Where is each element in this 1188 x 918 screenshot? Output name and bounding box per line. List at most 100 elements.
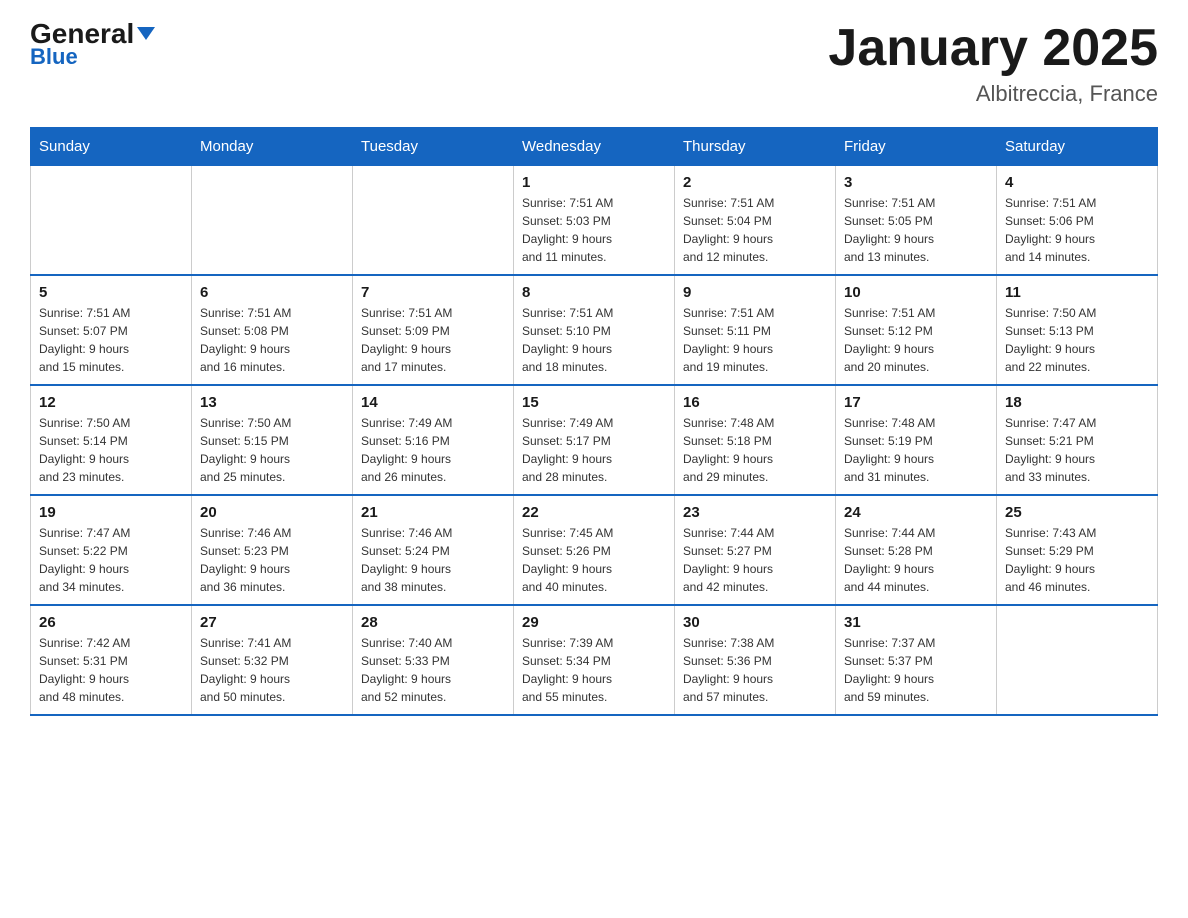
day-number-19: 19 <box>39 504 183 521</box>
day-info-17: Sunrise: 7:48 AM Sunset: 5:19 PM Dayligh… <box>844 414 988 486</box>
day-cell-28: 28 Sunrise: 7:40 AM Sunset: 5:33 PM Dayli… <box>353 605 514 715</box>
day-cell-6: 6 Sunrise: 7:51 AM Sunset: 5:08 PM Daylig… <box>192 275 353 385</box>
day-info-21: Sunrise: 7:46 AM Sunset: 5:24 PM Dayligh… <box>361 524 505 596</box>
day-info-26: Sunrise: 7:42 AM Sunset: 5:31 PM Dayligh… <box>39 634 183 706</box>
day-info-11: Sunrise: 7:50 AM Sunset: 5:13 PM Dayligh… <box>1005 304 1149 376</box>
day-cell-18: 18Sunrise: 7:47 AM Sunset: 5:21 PM Dayli… <box>997 385 1158 495</box>
week-row-1: 1 Sunrise: 7:51 AM Sunset: 5:03 PM Daylig… <box>31 166 1158 276</box>
day-cell-23: 23Sunrise: 7:44 AM Sunset: 5:27 PM Dayli… <box>675 495 836 605</box>
calendar-header: SundayMondayTuesdayWednesdayThursdayFrid… <box>31 128 1158 166</box>
day-number-10: 10 <box>844 284 988 301</box>
day-cell-9: 9 Sunrise: 7:51 AM Sunset: 5:11 PM Daylig… <box>675 275 836 385</box>
day-cell-8: 8 Sunrise: 7:51 AM Sunset: 5:10 PM Daylig… <box>514 275 675 385</box>
week-row-3: 12Sunrise: 7:50 AM Sunset: 5:14 PM Dayli… <box>31 385 1158 495</box>
week-row-2: 5 Sunrise: 7:51 AM Sunset: 5:07 PM Daylig… <box>31 275 1158 385</box>
day-cell-3: 3 Sunrise: 7:51 AM Sunset: 5:05 PM Daylig… <box>836 166 997 276</box>
day-number-8: 8 <box>522 284 666 301</box>
day-info-15: Sunrise: 7:49 AM Sunset: 5:17 PM Dayligh… <box>522 414 666 486</box>
day-info-2: Sunrise: 7:51 AM Sunset: 5:04 PM Dayligh… <box>683 194 827 266</box>
day-cell-13: 13Sunrise: 7:50 AM Sunset: 5:15 PM Dayli… <box>192 385 353 495</box>
header-row: SundayMondayTuesdayWednesdayThursdayFrid… <box>31 128 1158 166</box>
day-cell-17: 17 Sunrise: 7:48 AM Sunset: 5:19 PM Dayli… <box>836 385 997 495</box>
title-section: January 2025 Albitreccia, France <box>828 20 1158 107</box>
day-info-16: Sunrise: 7:48 AM Sunset: 5:18 PM Dayligh… <box>683 414 827 486</box>
day-info-29: Sunrise: 7:39 AM Sunset: 5:34 PM Dayligh… <box>522 634 666 706</box>
day-cell-7: 7 Sunrise: 7:51 AM Sunset: 5:09 PM Daylig… <box>353 275 514 385</box>
day-cell-1: 1 Sunrise: 7:51 AM Sunset: 5:03 PM Daylig… <box>514 166 675 276</box>
day-cell-21: 21 Sunrise: 7:46 AM Sunset: 5:24 PM Dayli… <box>353 495 514 605</box>
day-cell-11: 11Sunrise: 7:50 AM Sunset: 5:13 PM Dayli… <box>997 275 1158 385</box>
day-cell-27: 27 Sunrise: 7:41 AM Sunset: 5:32 PM Dayli… <box>192 605 353 715</box>
day-info-18: Sunrise: 7:47 AM Sunset: 5:21 PM Dayligh… <box>1005 414 1149 486</box>
day-number-15: 15 <box>522 394 666 411</box>
day-number-20: 20 <box>200 504 344 521</box>
day-info-19: Sunrise: 7:47 AM Sunset: 5:22 PM Dayligh… <box>39 524 183 596</box>
day-number-12: 12 <box>39 394 183 411</box>
day-number-24: 24 <box>844 504 988 521</box>
day-info-10: Sunrise: 7:51 AM Sunset: 5:12 PM Dayligh… <box>844 304 988 376</box>
empty-cell <box>31 166 192 276</box>
day-cell-16: 16 Sunrise: 7:48 AM Sunset: 5:18 PM Dayli… <box>675 385 836 495</box>
day-info-4: Sunrise: 7:51 AM Sunset: 5:06 PM Dayligh… <box>1005 194 1149 266</box>
day-info-22: Sunrise: 7:45 AM Sunset: 5:26 PM Dayligh… <box>522 524 666 596</box>
day-info-9: Sunrise: 7:51 AM Sunset: 5:11 PM Dayligh… <box>683 304 827 376</box>
day-number-21: 21 <box>361 504 505 521</box>
day-info-1: Sunrise: 7:51 AM Sunset: 5:03 PM Dayligh… <box>522 194 666 266</box>
header-cell-thursday: Thursday <box>675 128 836 166</box>
day-number-4: 4 <box>1005 174 1149 191</box>
day-info-7: Sunrise: 7:51 AM Sunset: 5:09 PM Dayligh… <box>361 304 505 376</box>
day-number-2: 2 <box>683 174 827 191</box>
day-number-23: 23 <box>683 504 827 521</box>
day-info-24: Sunrise: 7:44 AM Sunset: 5:28 PM Dayligh… <box>844 524 988 596</box>
page-header: General Blue January 2025 Albitreccia, F… <box>30 20 1158 107</box>
day-info-25: Sunrise: 7:43 AM Sunset: 5:29 PM Dayligh… <box>1005 524 1149 596</box>
day-info-3: Sunrise: 7:51 AM Sunset: 5:05 PM Dayligh… <box>844 194 988 266</box>
day-cell-4: 4 Sunrise: 7:51 AM Sunset: 5:06 PM Daylig… <box>997 166 1158 276</box>
day-info-31: Sunrise: 7:37 AM Sunset: 5:37 PM Dayligh… <box>844 634 988 706</box>
day-cell-22: 22Sunrise: 7:45 AM Sunset: 5:26 PM Dayli… <box>514 495 675 605</box>
day-number-17: 17 <box>844 394 988 411</box>
day-cell-20: 20 Sunrise: 7:46 AM Sunset: 5:23 PM Dayli… <box>192 495 353 605</box>
day-info-28: Sunrise: 7:40 AM Sunset: 5:33 PM Dayligh… <box>361 634 505 706</box>
day-number-5: 5 <box>39 284 183 301</box>
day-info-6: Sunrise: 7:51 AM Sunset: 5:08 PM Dayligh… <box>200 304 344 376</box>
week-row-4: 19 Sunrise: 7:47 AM Sunset: 5:22 PM Dayli… <box>31 495 1158 605</box>
day-number-30: 30 <box>683 614 827 631</box>
day-cell-25: 25Sunrise: 7:43 AM Sunset: 5:29 PM Dayli… <box>997 495 1158 605</box>
day-info-20: Sunrise: 7:46 AM Sunset: 5:23 PM Dayligh… <box>200 524 344 596</box>
day-cell-31: 31 Sunrise: 7:37 AM Sunset: 5:37 PM Dayli… <box>836 605 997 715</box>
day-number-29: 29 <box>522 614 666 631</box>
day-number-28: 28 <box>361 614 505 631</box>
day-info-27: Sunrise: 7:41 AM Sunset: 5:32 PM Dayligh… <box>200 634 344 706</box>
day-cell-2: 2 Sunrise: 7:51 AM Sunset: 5:04 PM Daylig… <box>675 166 836 276</box>
calendar-title: January 2025 <box>828 20 1158 77</box>
day-number-27: 27 <box>200 614 344 631</box>
day-number-14: 14 <box>361 394 505 411</box>
day-info-8: Sunrise: 7:51 AM Sunset: 5:10 PM Dayligh… <box>522 304 666 376</box>
day-number-6: 6 <box>200 284 344 301</box>
day-number-26: 26 <box>39 614 183 631</box>
day-cell-19: 19 Sunrise: 7:47 AM Sunset: 5:22 PM Dayli… <box>31 495 192 605</box>
day-number-13: 13 <box>200 394 344 411</box>
day-cell-15: 15 Sunrise: 7:49 AM Sunset: 5:17 PM Dayli… <box>514 385 675 495</box>
day-number-1: 1 <box>522 174 666 191</box>
empty-cell <box>353 166 514 276</box>
day-number-31: 31 <box>844 614 988 631</box>
logo: General Blue <box>30 20 155 70</box>
header-cell-sunday: Sunday <box>31 128 192 166</box>
day-number-7: 7 <box>361 284 505 301</box>
day-cell-12: 12Sunrise: 7:50 AM Sunset: 5:14 PM Dayli… <box>31 385 192 495</box>
day-number-16: 16 <box>683 394 827 411</box>
day-cell-5: 5 Sunrise: 7:51 AM Sunset: 5:07 PM Daylig… <box>31 275 192 385</box>
header-cell-saturday: Saturday <box>997 128 1158 166</box>
day-cell-24: 24 Sunrise: 7:44 AM Sunset: 5:28 PM Dayli… <box>836 495 997 605</box>
day-cell-30: 30Sunrise: 7:38 AM Sunset: 5:36 PM Dayli… <box>675 605 836 715</box>
header-cell-tuesday: Tuesday <box>353 128 514 166</box>
header-cell-wednesday: Wednesday <box>514 128 675 166</box>
calendar-subtitle: Albitreccia, France <box>828 81 1158 107</box>
day-number-3: 3 <box>844 174 988 191</box>
logo-arrow-icon <box>137 27 155 40</box>
day-number-9: 9 <box>683 284 827 301</box>
day-info-14: Sunrise: 7:49 AM Sunset: 5:16 PM Dayligh… <box>361 414 505 486</box>
day-info-5: Sunrise: 7:51 AM Sunset: 5:07 PM Dayligh… <box>39 304 183 376</box>
